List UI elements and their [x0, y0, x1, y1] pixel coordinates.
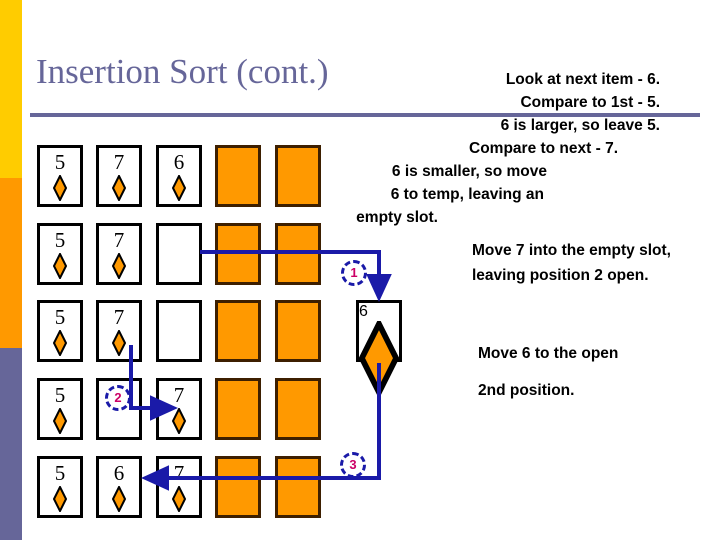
card-r3-c2: 7: [96, 300, 142, 362]
filled-cell-r2-c4: [215, 223, 261, 285]
diamond-pip-icon: [53, 408, 67, 434]
temp-card-value: 6: [359, 303, 368, 320]
card-value: 7: [113, 150, 125, 174]
filled-cell-r5-c5: [275, 456, 321, 518]
card-value: 5: [54, 461, 66, 485]
filled-cell-r5-c4: [215, 456, 261, 518]
card-value: 7: [113, 228, 125, 252]
card-value: 7: [173, 383, 185, 407]
diamond-pip-icon: [53, 486, 67, 512]
card-r4-c3: 7: [156, 378, 202, 440]
card-value: 5: [54, 228, 66, 252]
card-r1-c2: 7: [96, 145, 142, 207]
card-value: 7: [173, 461, 185, 485]
diamond-pip-icon: [53, 175, 67, 201]
empty-slot-r3-c3: [156, 300, 202, 362]
filled-cell-r3-c5: [275, 300, 321, 362]
card-r5-c3: 7: [156, 456, 202, 518]
card-r3-c1: 5: [37, 300, 83, 362]
card-r5-c2: 6: [96, 456, 142, 518]
step-marker-2: 2: [105, 385, 131, 411]
card-r4-c1: 5: [37, 378, 83, 440]
card-value: 6: [113, 461, 125, 485]
diamond-pip-icon: [53, 330, 67, 356]
step-marker-3: 3: [340, 452, 366, 478]
card-value: 5: [54, 383, 66, 407]
diamond-pip-icon: [358, 317, 400, 399]
card-r1-c3: 6: [156, 145, 202, 207]
diamond-pip-icon: [172, 175, 186, 201]
filled-cell-r2-c5: [275, 223, 321, 285]
diamond-pip-icon: [112, 175, 126, 201]
filled-cell-r4-c5: [275, 378, 321, 440]
filled-cell-r3-c4: [215, 300, 261, 362]
card-value: 6: [173, 150, 185, 174]
diamond-pip-icon: [172, 486, 186, 512]
card-value: 5: [54, 150, 66, 174]
diamond-pip-icon: [112, 330, 126, 356]
filled-cell-r4-c4: [215, 378, 261, 440]
card-r2-c2: 7: [96, 223, 142, 285]
card-r5-c1: 5: [37, 456, 83, 518]
diamond-pip-icon: [53, 253, 67, 279]
filled-cell-r1-c5: [275, 145, 321, 207]
diamond-pip-icon: [112, 253, 126, 279]
card-value: 5: [54, 305, 66, 329]
step-marker-1: 1: [341, 260, 367, 286]
diamond-pip-icon: [112, 486, 126, 512]
temp-card: 6: [356, 300, 402, 399]
empty-slot-r2-c3: [156, 223, 202, 285]
card-value: 7: [113, 305, 125, 329]
filled-cell-r1-c4: [215, 145, 261, 207]
card-r2-c1: 5: [37, 223, 83, 285]
card-r1-c1: 5: [37, 145, 83, 207]
diamond-pip-icon: [172, 408, 186, 434]
